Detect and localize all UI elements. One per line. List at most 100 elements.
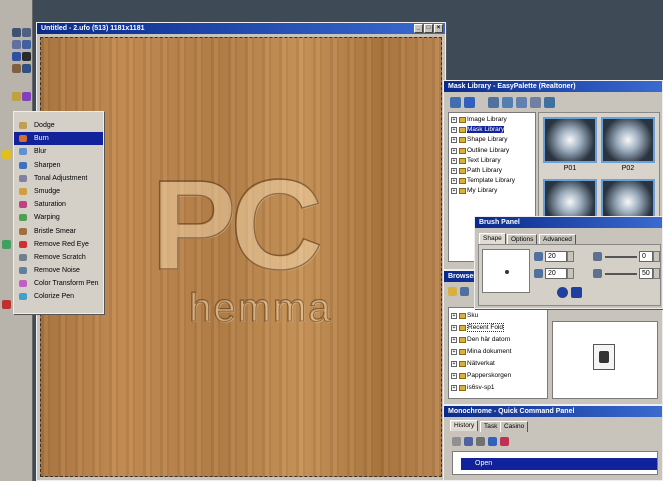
shape-tool-icon[interactable] [22, 64, 31, 73]
menu-item-warping[interactable]: Warping [14, 211, 103, 224]
brush-soft-field[interactable]: 20 [545, 268, 567, 279]
mask-library-title-bar[interactable]: Mask Library - EasyPalette (Realtoner) [444, 81, 662, 92]
brush-round-shape-icon[interactable] [557, 287, 568, 298]
crop-tool-icon[interactable] [12, 64, 21, 73]
undo-icon[interactable] [452, 437, 461, 446]
menu-item-remove-noise[interactable]: Remove Noise [14, 264, 103, 277]
tab-history[interactable]: History [450, 420, 479, 431]
menu-item-colorize-pen[interactable]: Colorize Pen [14, 290, 103, 303]
tab-task[interactable]: Task [480, 421, 502, 432]
expand-icon[interactable]: + [451, 337, 457, 343]
menu-item-bristle-smear[interactable]: Bristle Smear [14, 225, 103, 238]
text-tool-icon[interactable] [22, 52, 31, 61]
brush-panel-title-bar[interactable]: Brush Panel [475, 217, 662, 228]
brush-square-shape-icon[interactable] [571, 287, 582, 298]
brush-size-field[interactable]: 20 [545, 251, 567, 262]
brush-soft-spinner[interactable] [567, 268, 574, 279]
menu-item-blur[interactable]: Blur [14, 145, 103, 158]
transform-tool-icon[interactable] [22, 28, 31, 37]
library-tree-item[interactable]: + Text Library [449, 156, 535, 166]
expand-icon[interactable]: + [451, 188, 457, 195]
library-tree-item[interactable]: + Image Library [449, 115, 535, 125]
brush-aspect-spinner[interactable] [653, 268, 660, 279]
home-icon[interactable] [450, 97, 461, 108]
browser-tree-item[interactable]: + Papperskorgen [449, 370, 547, 382]
brush-size-spinner[interactable] [567, 251, 574, 262]
menu-item-dodge[interactable]: Dodge [14, 119, 103, 132]
delete-icon[interactable] [530, 97, 541, 108]
library-tree-item[interactable]: + Outline Library [449, 146, 535, 156]
expand-icon[interactable]: + [451, 117, 457, 123]
browser-tree-item[interactable]: + Recent Fold [449, 322, 547, 334]
brush-tool-icon[interactable] [22, 92, 31, 101]
folder-icon[interactable] [464, 97, 475, 108]
menu-item-sharpen[interactable]: Sharpen [14, 159, 103, 172]
expand-icon[interactable]: + [451, 127, 457, 134]
expand-icon[interactable]: + [451, 137, 457, 144]
menu-item-remove-red-eye[interactable]: Remove Red Eye [14, 238, 103, 251]
add-icon[interactable] [502, 97, 513, 108]
brush-rotate-spinner[interactable] [653, 251, 660, 262]
menu-item-saturation[interactable]: Saturation [14, 198, 103, 211]
mask-thumb-p01[interactable] [543, 117, 597, 163]
fill-tool-icon[interactable] [2, 240, 11, 249]
library-tree-item[interactable]: + My Library [449, 186, 535, 196]
copy-icon[interactable] [516, 97, 527, 108]
grid-icon[interactable] [488, 97, 499, 108]
play-icon[interactable] [500, 437, 509, 446]
close-button[interactable]: × [434, 24, 443, 33]
tab-casino[interactable]: Casino [500, 421, 529, 432]
browser-view-icon[interactable] [460, 287, 469, 296]
expand-icon[interactable]: + [451, 178, 457, 185]
menu-item-color-transform-pen[interactable]: Color Transform Pen [14, 277, 103, 290]
expand-icon[interactable]: + [451, 361, 457, 367]
brush-rotate-field[interactable]: 0 [639, 251, 653, 262]
expand-icon[interactable]: + [451, 385, 457, 391]
library-tree-item[interactable]: + Path Library [449, 166, 535, 176]
brush-aspect-slider[interactable] [605, 273, 637, 275]
brush-rotate-slider[interactable] [605, 256, 637, 258]
delete-history-icon[interactable] [476, 437, 485, 446]
brush-aspect-field[interactable]: 50 [639, 268, 653, 279]
clone-tool-icon[interactable] [2, 150, 11, 159]
menu-item-tonal-adjustment[interactable]: Tonal Adjustment [14, 172, 103, 185]
paint-tool-icon[interactable] [12, 92, 21, 101]
tab-shape[interactable]: Shape [479, 233, 506, 244]
lasso-tool-icon[interactable] [12, 40, 21, 49]
zoom-tool-icon[interactable] [22, 40, 31, 49]
expand-icon[interactable]: + [451, 349, 457, 355]
file-preview-icon[interactable] [593, 344, 615, 370]
expand-icon[interactable]: + [451, 325, 457, 331]
canvas-window-title-bar[interactable]: Untitled - 2.ufo (513) 1181x1181 _ □ × [37, 23, 445, 34]
menu-item-burn[interactable]: Burn [14, 132, 103, 146]
library-tree-item[interactable]: + Mask Library [449, 125, 535, 135]
quick-command-title-bar[interactable]: Monochrome - Quick Command Panel [444, 406, 662, 417]
expand-icon[interactable]: + [451, 157, 457, 164]
browser-tree-item[interactable]: + Mina dokument [449, 346, 547, 358]
menu-item-smudge[interactable]: Smudge [14, 185, 103, 198]
browser-tree-item[interactable]: + is6sv-sp1 [449, 382, 547, 394]
expand-icon[interactable]: + [451, 373, 457, 379]
expand-icon[interactable]: + [451, 313, 457, 319]
color-swatch-icon[interactable] [2, 300, 11, 309]
mask-library-toolbar [448, 94, 658, 110]
minimize-button[interactable]: _ [414, 24, 423, 33]
expand-icon[interactable]: + [451, 167, 457, 174]
library-tree-item[interactable]: + Template Library [449, 176, 535, 186]
redo-icon[interactable] [464, 437, 473, 446]
history-item-open[interactable]: Open [461, 458, 657, 470]
arrow-tool-icon[interactable] [12, 28, 21, 37]
expand-icon[interactable]: + [451, 147, 457, 154]
maximize-button[interactable]: □ [424, 24, 433, 33]
menu-item-remove-scratch[interactable]: Remove Scratch [14, 251, 103, 264]
browser-tree-item[interactable]: + Sku [449, 310, 547, 322]
library-tree-item[interactable]: + Shape Library [449, 135, 535, 145]
pick-tool-icon[interactable] [12, 52, 21, 61]
refresh-icon[interactable] [544, 97, 555, 108]
brush-preview[interactable] [482, 249, 530, 293]
check-icon[interactable] [488, 437, 497, 446]
browser-tree-item[interactable]: + Den här datorn [449, 334, 547, 346]
mask-thumb-p02[interactable] [601, 117, 655, 163]
browser-tree-item[interactable]: + Nätverkat [449, 358, 547, 370]
browser-folder-icon[interactable] [448, 287, 457, 296]
